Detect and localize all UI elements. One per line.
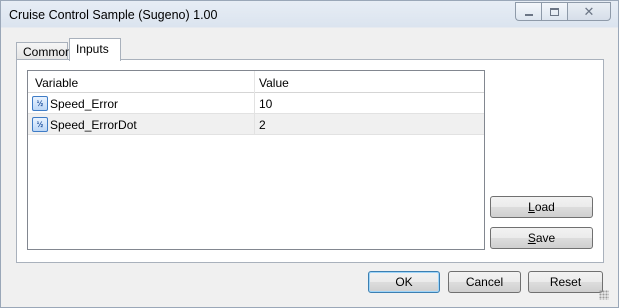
dialog-client-area: Common Inputs Variable Value ½ Speed_Err… [8,29,611,302]
fraction-icon: ½ [32,117,48,132]
maximize-icon [550,7,559,16]
minimize-button[interactable] [515,2,541,21]
ok-button[interactable]: OK [368,271,440,293]
table-row[interactable]: ½ Speed_ErrorDot 2 [28,114,484,135]
close-icon: ✕ [583,4,595,19]
inputs-grid: Variable Value ½ Speed_Error 10 ½ Speed_… [27,70,485,250]
variable-name: Speed_ErrorDot [50,117,137,132]
column-header-variable[interactable]: Variable [35,76,78,90]
variable-name: Speed_Error [50,96,119,111]
column-header-value[interactable]: Value [259,76,289,90]
tab-common[interactable]: Common [16,42,72,60]
resize-grip-icon[interactable] [599,290,609,300]
load-label: oad [534,200,555,214]
dialog-window: Cruise Control Sample (Sugeno) 1.00 ✕ Co… [0,0,619,308]
cancel-button[interactable]: Cancel [448,271,521,293]
tab-inputs-label: Inputs [76,42,109,56]
save-button[interactable]: Save [490,227,593,249]
load-accelerator: L [528,200,535,214]
tab-inputs[interactable]: Inputs [69,38,121,61]
load-button[interactable]: Load [490,196,593,218]
value-cell[interactable]: 10 [259,97,272,111]
close-button[interactable]: ✕ [567,2,611,21]
reset-button[interactable]: Reset [528,271,603,293]
maximize-button[interactable] [541,2,567,21]
window-title: Cruise Control Sample (Sugeno) 1.00 [9,8,218,22]
column-divider[interactable] [254,71,255,93]
tab-common-label: Common [23,45,72,59]
inputs-tab-panel: Variable Value ½ Speed_Error 10 ½ Speed_… [16,59,604,263]
fraction-icon: ½ [32,96,48,111]
variable-cell: ½ Speed_Error [32,95,118,112]
grid-header: Variable Value [28,71,484,93]
title-bar[interactable]: Cruise Control Sample (Sugeno) 1.00 ✕ [1,1,618,29]
value-cell[interactable]: 2 [259,118,266,132]
save-label: ave [535,231,556,245]
cell-divider [254,114,255,135]
window-controls: ✕ [515,2,611,22]
minimize-icon [524,13,533,16]
variable-cell: ½ Speed_ErrorDot [32,116,137,133]
save-accelerator: S [527,231,536,245]
cell-divider [254,93,255,114]
table-row[interactable]: ½ Speed_Error 10 [28,93,484,114]
